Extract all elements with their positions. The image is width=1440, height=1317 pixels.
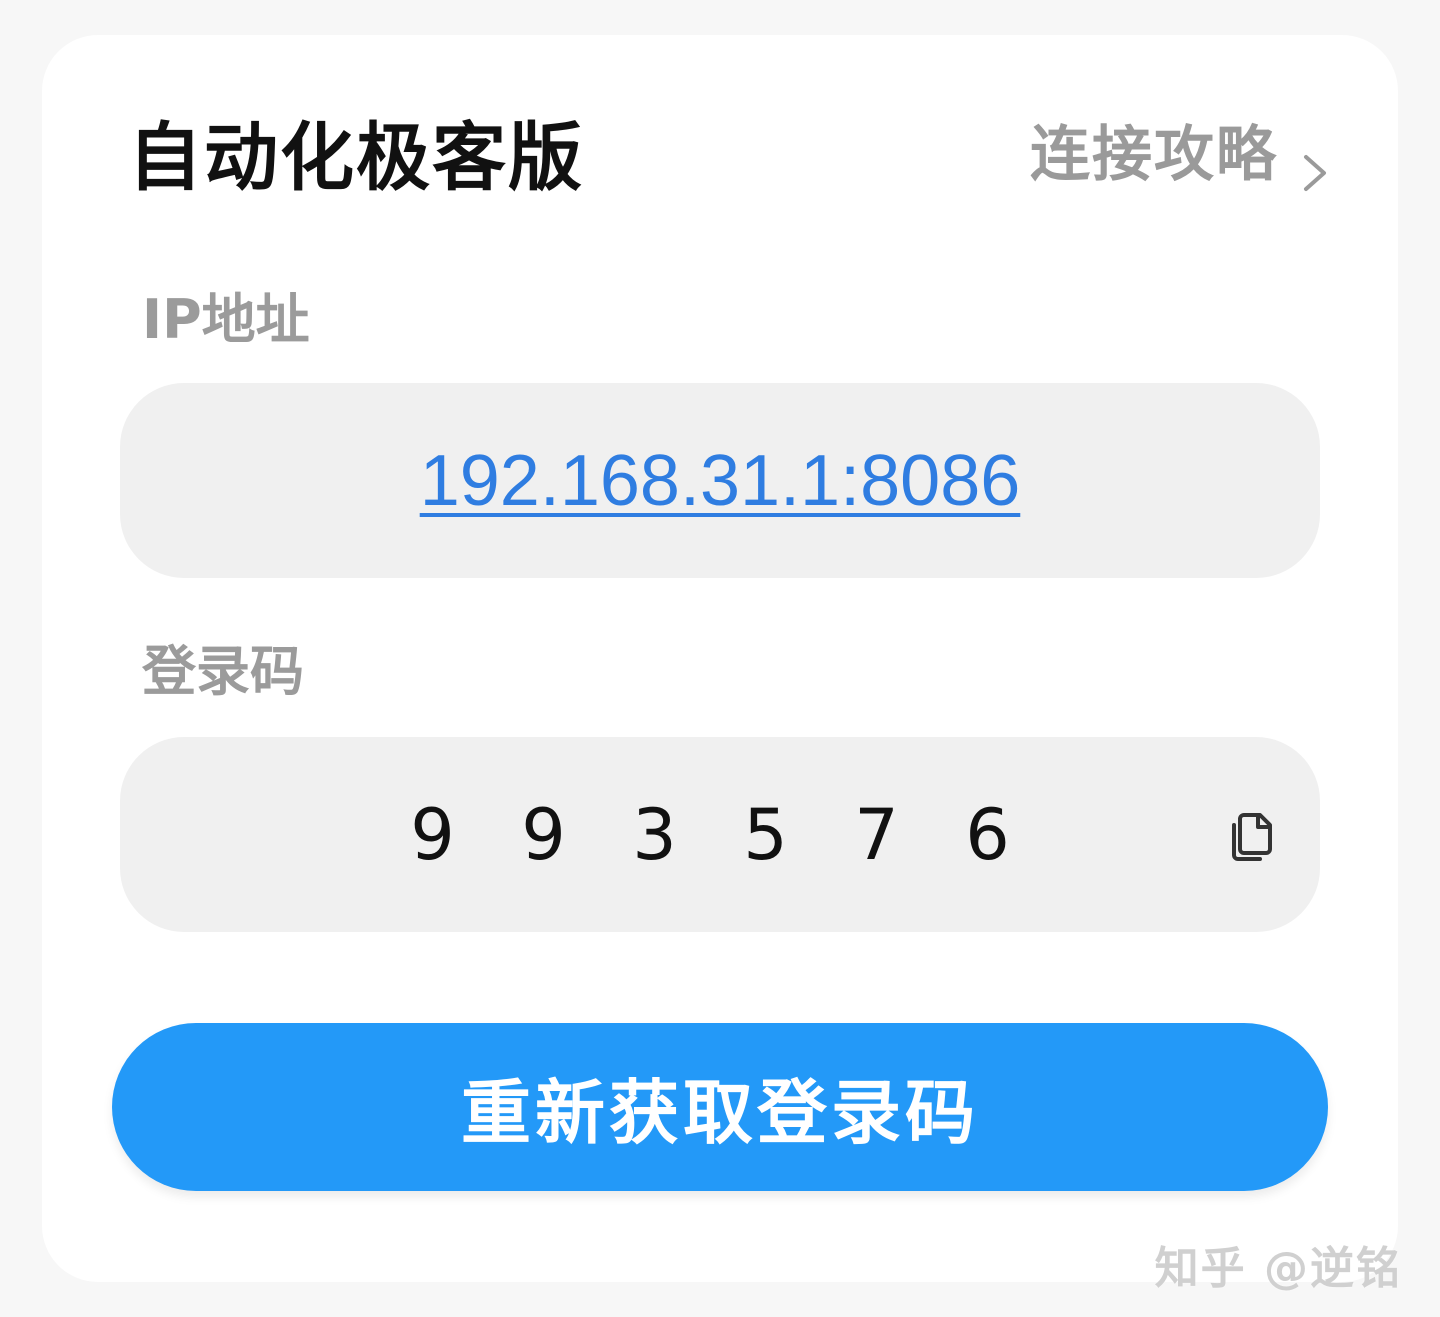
copy-icon[interactable]	[1228, 809, 1276, 863]
code-digit: 6	[965, 793, 1010, 876]
connection-guide-link[interactable]: 连接攻略	[1030, 117, 1330, 193]
code-digit: 5	[743, 793, 788, 876]
login-code-field: 9 9 3 5 7 6	[120, 737, 1320, 932]
ip-address-label: IP地址	[142, 288, 310, 351]
ip-address-field: 192.168.31.1:8086	[120, 383, 1320, 578]
login-code-label: 登录码	[142, 640, 304, 703]
code-digit: 7	[854, 793, 899, 876]
code-digit: 3	[632, 793, 677, 876]
connection-guide-label: 连接攻略	[1030, 120, 1278, 190]
zhihu-watermark: 知乎 @逆铭	[1154, 1243, 1402, 1294]
code-digit: 9	[410, 793, 455, 876]
refresh-login-code-button[interactable]: 重新获取登录码	[112, 1023, 1328, 1191]
login-code-card: 自动化极客版 连接攻略 IP地址 192.168.31.1:8086 登录码 9…	[42, 35, 1398, 1282]
chevron-right-icon	[1300, 135, 1330, 191]
code-digit: 9	[521, 793, 566, 876]
ip-address-link[interactable]: 192.168.31.1:8086	[420, 440, 1021, 522]
login-code-digits: 9 9 3 5 7 6	[377, 794, 1043, 876]
page-title: 自动化极客版	[128, 115, 584, 201]
